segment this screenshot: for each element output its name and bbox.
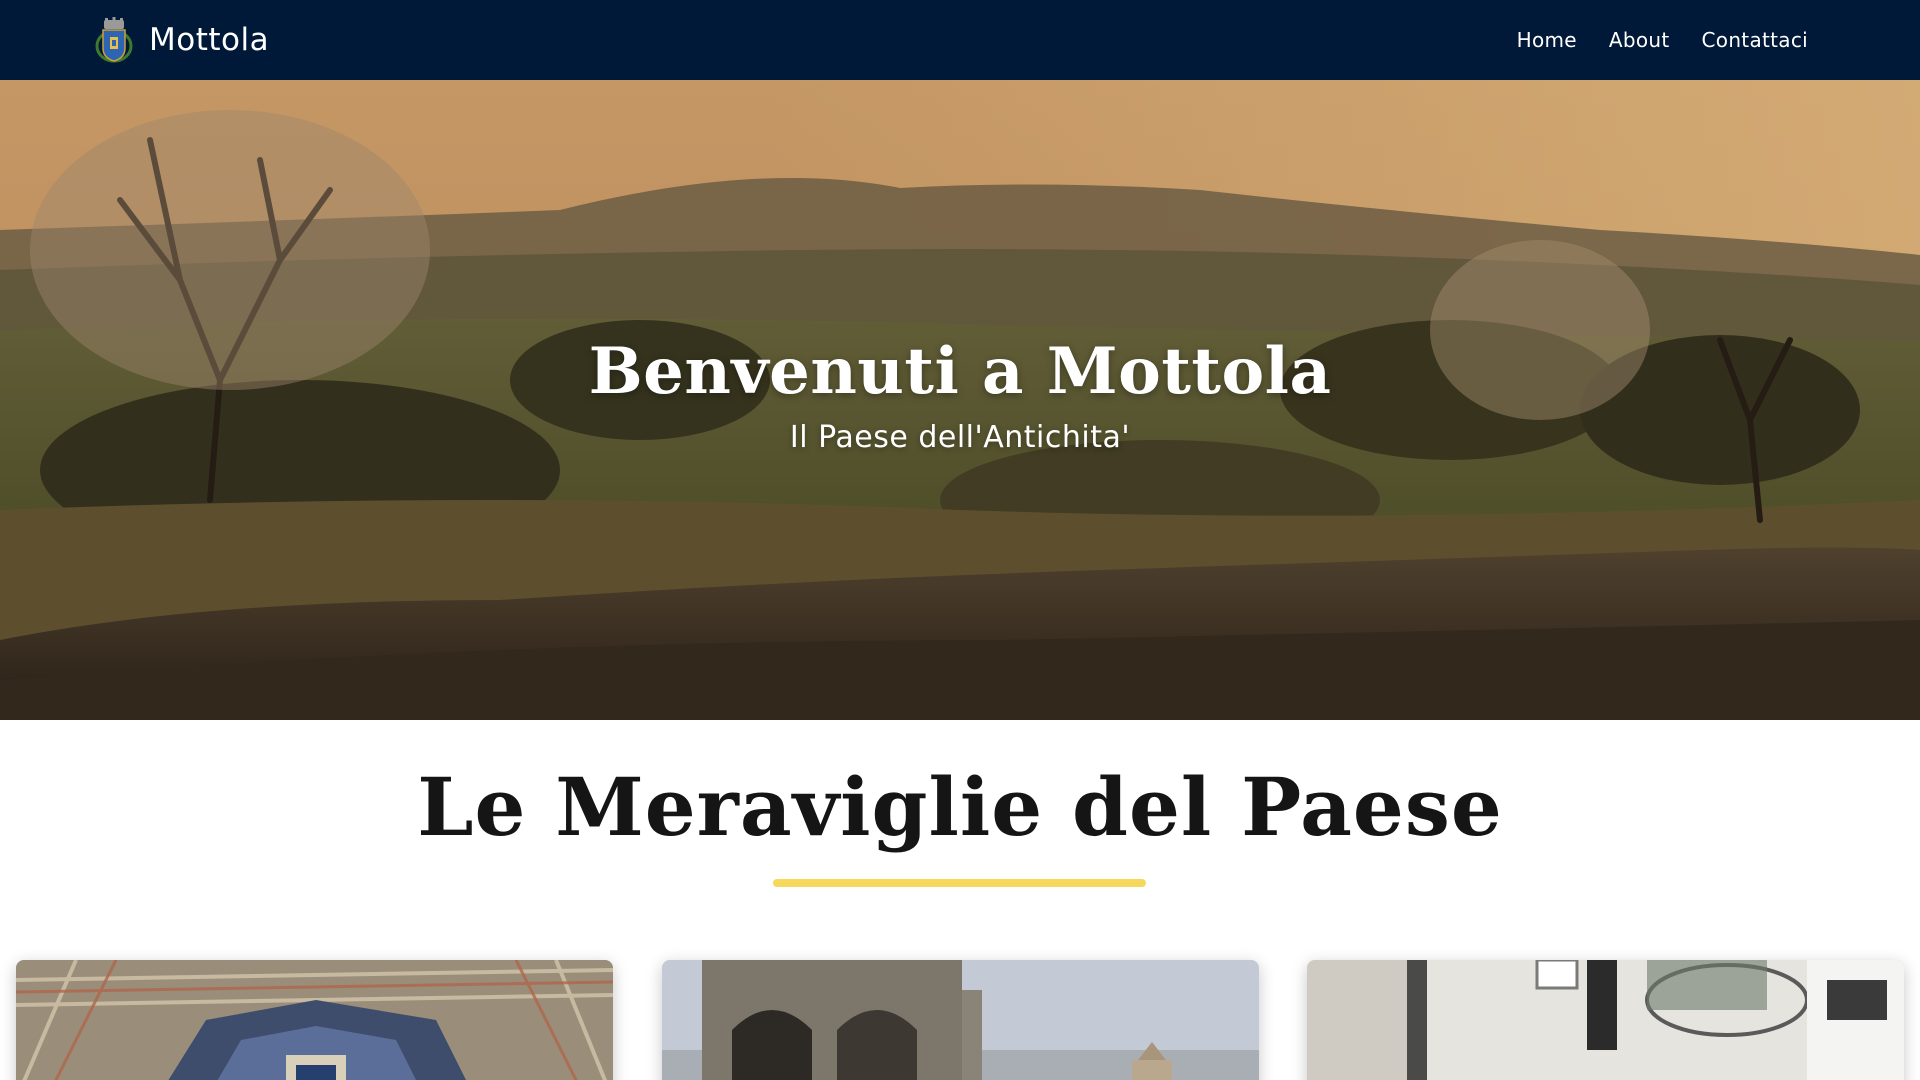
nav-link-home[interactable]: Home — [1517, 28, 1577, 52]
navbar: Mottola Home About Contattaci — [0, 0, 1920, 80]
nav-link-contattaci[interactable]: Contattaci — [1702, 28, 1808, 52]
section-underline — [773, 879, 1146, 887]
mosaic-pavement-photo — [16, 960, 613, 1080]
card-alley[interactable] — [1307, 960, 1904, 1080]
hero-title: Benvenuti a Mottola — [588, 334, 1332, 409]
coat-of-arms-icon — [95, 17, 133, 63]
hero-subtitle: Il Paese dell'Antichita' — [789, 420, 1131, 455]
brand-link[interactable]: Mottola — [94, 14, 269, 66]
nav-link-about[interactable]: About — [1609, 28, 1670, 52]
hero-banner: Benvenuti a Mottola Il Paese dell'Antich… — [0, 80, 1920, 720]
brand-name: Mottola — [149, 22, 270, 58]
card-mosaic[interactable] — [16, 960, 613, 1080]
section-title: Le Meraviglie del Paese — [417, 760, 1503, 854]
card-church[interactable] — [662, 960, 1259, 1080]
stone-arch-church-photo — [662, 960, 1259, 1080]
whitewashed-alley-photo — [1307, 960, 1904, 1080]
nav-links: Home About Contattaci — [1517, 0, 1808, 80]
